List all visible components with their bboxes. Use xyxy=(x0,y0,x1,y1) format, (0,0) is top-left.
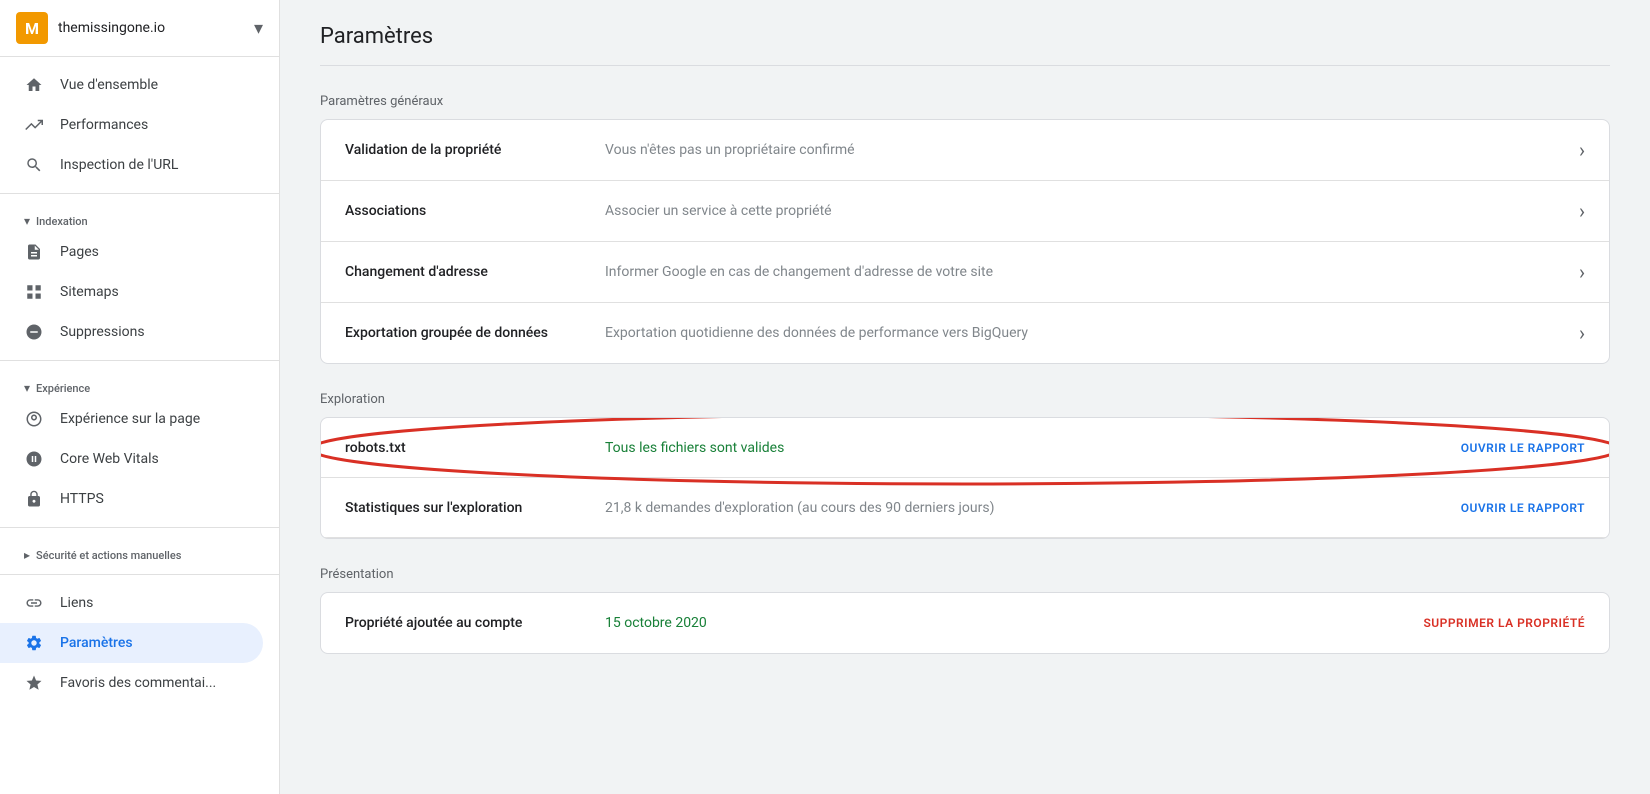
presentation-card: Propriété ajoutée au compte 15 octobre 2… xyxy=(320,592,1610,654)
sidebar-item-core-web-vitals[interactable]: Core Web Vitals xyxy=(0,439,263,479)
chevron-right-icon: ▸ xyxy=(24,548,30,562)
settings-circle-icon xyxy=(24,409,44,429)
chevron-right-icon[interactable]: › xyxy=(1579,321,1585,345)
chevron-down-icon: ▾ xyxy=(254,18,263,39)
sidebar-item-https[interactable]: HTTPS xyxy=(0,479,263,519)
site-name: themissingone.io xyxy=(58,20,244,36)
chevron-right-icon[interactable]: › xyxy=(1579,138,1585,162)
sidebar-item-favoris[interactable]: Favoris des commentai... xyxy=(0,663,263,703)
row-label: Propriété ajoutée au compte xyxy=(345,615,605,631)
remove-circle-icon xyxy=(24,322,44,342)
parametres-generaux-card: Validation de la propriété Vous n'êtes p… xyxy=(320,119,1610,364)
indexation-section-label: ▾ Indexation xyxy=(0,202,279,232)
star-icon xyxy=(24,673,44,693)
sidebar-item-liens[interactable]: Liens xyxy=(0,583,263,623)
row-label: Validation de la propriété xyxy=(345,142,605,158)
page-title: Paramètres xyxy=(320,0,1610,66)
home-icon xyxy=(24,75,44,95)
gauge-icon xyxy=(24,449,44,469)
experience-section-label: ▾ Expérience xyxy=(0,369,279,399)
row-value: Tous les fichiers sont valides xyxy=(605,440,1461,456)
site-logo: M xyxy=(16,12,48,44)
file-icon xyxy=(24,242,44,262)
row-value: Informer Google en cas de changement d'a… xyxy=(605,264,1563,280)
sidebar-item-experience-page[interactable]: Expérience sur la page xyxy=(0,399,263,439)
table-row[interactable]: Exportation groupée de données Exportati… xyxy=(321,303,1609,363)
sidebar-item-sitemaps[interactable]: Sitemaps xyxy=(0,272,263,312)
row-value: Vous n'êtes pas un propriétaire confirmé xyxy=(605,142,1563,158)
chevron-right-icon[interactable]: › xyxy=(1579,199,1585,223)
row-value: Associer un service à cette propriété xyxy=(605,203,1563,219)
sidebar-item-parametres[interactable]: Paramètres xyxy=(0,623,263,663)
row-label: robots.txt xyxy=(345,440,605,456)
exploration-title: Exploration xyxy=(320,392,1610,407)
sidebar-item-vue-ensemble[interactable]: Vue d'ensemble xyxy=(0,65,263,105)
presentation-title: Présentation xyxy=(320,567,1610,582)
row-value: Exportation quotidienne des données de p… xyxy=(605,325,1563,341)
link-icon xyxy=(24,593,44,613)
table-row[interactable]: Statistiques sur l'exploration 21,8 k de… xyxy=(321,478,1609,538)
site-selector[interactable]: M themissingone.io ▾ xyxy=(0,0,279,57)
search-icon xyxy=(24,155,44,175)
sidebar-nav: Vue d'ensemble Performances Inspection d… xyxy=(0,57,279,711)
table-row[interactable]: Validation de la propriété Vous n'êtes p… xyxy=(321,120,1609,181)
row-label: Associations xyxy=(345,203,605,219)
sidebar-item-pages[interactable]: Pages xyxy=(0,232,263,272)
lock-icon xyxy=(24,489,44,509)
table-row[interactable]: Propriété ajoutée au compte 15 octobre 2… xyxy=(321,593,1609,653)
supprimer-propriete-button[interactable]: SUPPRIMER LA PROPRIÉTÉ xyxy=(1423,616,1585,630)
row-value: 21,8 k demandes d'exploration (au cours … xyxy=(605,500,1461,516)
row-label: Exportation groupée de données xyxy=(345,325,605,341)
securite-section-label[interactable]: ▸ Sécurité et actions manuelles xyxy=(0,536,279,566)
row-label: Statistiques sur l'exploration xyxy=(345,500,605,516)
chevron-right-icon[interactable]: › xyxy=(1579,260,1585,284)
parametres-generaux-title: Paramètres généraux xyxy=(320,94,1610,109)
trending-up-icon xyxy=(24,115,44,135)
table-row[interactable]: Changement d'adresse Informer Google en … xyxy=(321,242,1609,303)
exploration-card: robots.txt Tous les fichiers sont valide… xyxy=(320,417,1610,539)
gear-icon xyxy=(24,633,44,653)
row-value: 15 octobre 2020 xyxy=(605,615,1423,631)
chevron-down-icon: ▾ xyxy=(24,214,30,228)
grid-icon xyxy=(24,282,44,302)
sidebar-item-performances[interactable]: Performances xyxy=(0,105,263,145)
row-label: Changement d'adresse xyxy=(345,264,605,280)
sidebar: M themissingone.io ▾ Vue d'ensemble Perf… xyxy=(0,0,280,794)
ouvrir-rapport-button[interactable]: OUVRIR LE RAPPORT xyxy=(1461,441,1585,455)
sidebar-item-suppressions[interactable]: Suppressions xyxy=(0,312,263,352)
ouvrir-rapport-statistiques-button[interactable]: OUVRIR LE RAPPORT xyxy=(1461,501,1585,515)
main-content: Paramètres Paramètres généraux Validatio… xyxy=(280,0,1650,794)
table-row[interactable]: Associations Associer un service à cette… xyxy=(321,181,1609,242)
table-row[interactable]: robots.txt Tous les fichiers sont valide… xyxy=(321,418,1609,478)
chevron-down-icon: ▾ xyxy=(24,381,30,395)
sidebar-item-inspection-url[interactable]: Inspection de l'URL xyxy=(0,145,263,185)
